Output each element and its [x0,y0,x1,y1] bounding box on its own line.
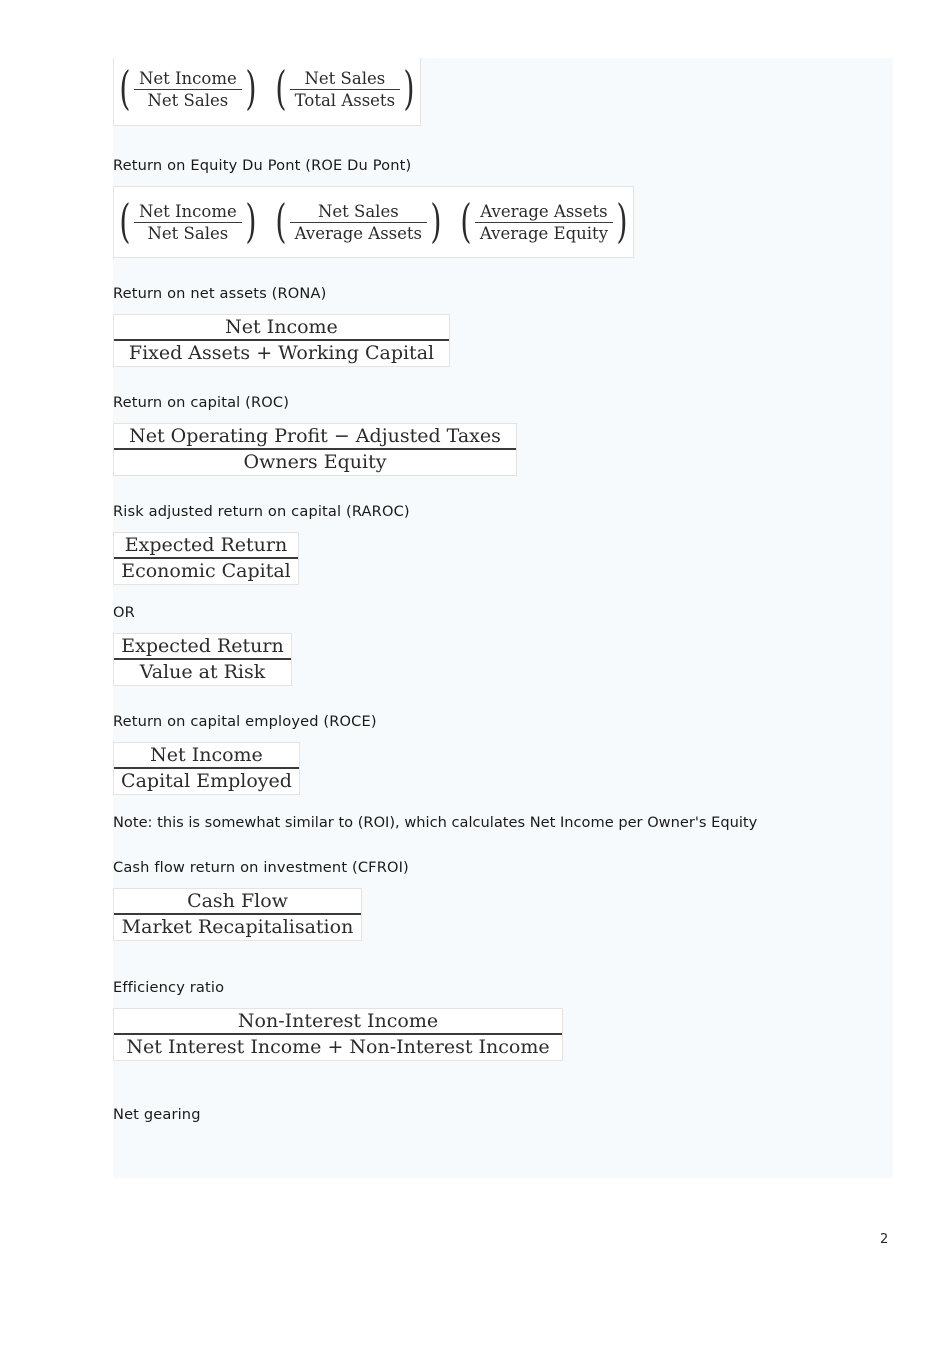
denominator: Total Assets [294,90,396,110]
formula-raroc-value-at-risk: Expected Return Value at Risk [113,633,292,686]
factor-1: ( Net Income Net Sales ) [116,188,260,256]
numerator: Net Income [114,743,299,769]
left-paren-icon: ( [275,194,287,249]
factor-2: ( Net Sales Average Assets ) [272,188,445,256]
formula-raroc-economic-capital: Expected Return Economic Capital [113,532,299,585]
label-roc: Return on capital (ROC) [113,394,290,411]
formula-rona: Net Income Fixed Assets + Working Capita… [113,314,450,367]
left-paren-icon: ( [275,61,287,116]
formula-roa-dupont: ( Net Income Net Sales ) ( Net Sales Tot… [113,58,893,130]
factor-1: ( Net Income Net Sales ) [116,58,260,124]
left-paren-icon: ( [119,194,131,249]
denominator: Net Sales [147,90,229,110]
formula-roc: Net Operating Profit − Adjusted Taxes Ow… [113,423,517,476]
denominator: Value at Risk [139,661,266,683]
formula-cfroi: Cash Flow Market Recapitalisation [113,888,362,941]
numerator: Expected Return [114,634,291,660]
numerator: Net Income [133,202,242,223]
numerator: Net Income [114,315,449,341]
formula-roe-dupont: ( Net Income Net Sales ) ( Net Sales Ave… [113,186,893,258]
numerator: Expected Return [114,533,298,559]
right-paren-icon: ) [403,61,415,116]
label-cfroi: Cash flow return on investment (CFROI) [113,859,409,876]
numerator: Net Sales [289,69,401,90]
numerator: Net Sales [289,202,428,223]
denominator: Economic Capital [121,560,291,582]
numerator: Net Operating Profit − Adjusted Taxes [114,424,516,450]
page-number: 2 [880,1232,889,1247]
right-paren-icon: ) [616,194,628,249]
denominator: Average Equity [479,223,609,243]
note-roce: Note: this is somewhat similar to (ROI),… [113,814,758,831]
factor-3: ( Average Assets Average Equity ) [457,188,631,256]
denominator: Market Recapitalisation [121,916,354,938]
factor-2: ( Net Sales Total Assets ) [272,58,418,124]
label-rona: Return on net assets (RONA) [113,285,327,302]
denominator: Owners Equity [243,451,387,473]
formula-efficiency-ratio: Non-Interest Income Net Interest Income … [113,1008,563,1061]
document-page: ( Net Income Net Sales ) ( Net Sales Tot… [113,58,893,1178]
numerator: Cash Flow [114,889,361,915]
label-net-gearing: Net gearing [113,1106,201,1123]
label-raroc: Risk adjusted return on capital (RAROC) [113,503,410,520]
denominator: Average Assets [294,223,423,243]
left-paren-icon: ( [119,61,131,116]
right-paren-icon: ) [245,194,257,249]
left-paren-icon: ( [460,194,472,249]
denominator: Capital Employed [121,770,292,792]
numerator: Net Income [133,69,242,90]
label-roe-dupont: Return on Equity Du Pont (ROE Du Pont) [113,157,412,174]
numerator: Non-Interest Income [114,1009,562,1035]
label-raroc-or: OR [113,604,135,621]
denominator: Net Interest Income + Non-Interest Incom… [126,1036,550,1058]
numerator: Average Assets [474,202,614,223]
formula-roce: Net Income Capital Employed [113,742,300,795]
page-content: ( Net Income Net Sales ) ( Net Sales Tot… [113,58,893,1124]
denominator: Net Sales [147,223,229,243]
label-efficiency-ratio: Efficiency ratio [113,979,225,996]
right-paren-icon: ) [245,61,257,116]
denominator: Fixed Assets + Working Capital [128,342,435,364]
right-paren-icon: ) [430,194,442,249]
label-roce: Return on capital employed (ROCE) [113,713,377,730]
